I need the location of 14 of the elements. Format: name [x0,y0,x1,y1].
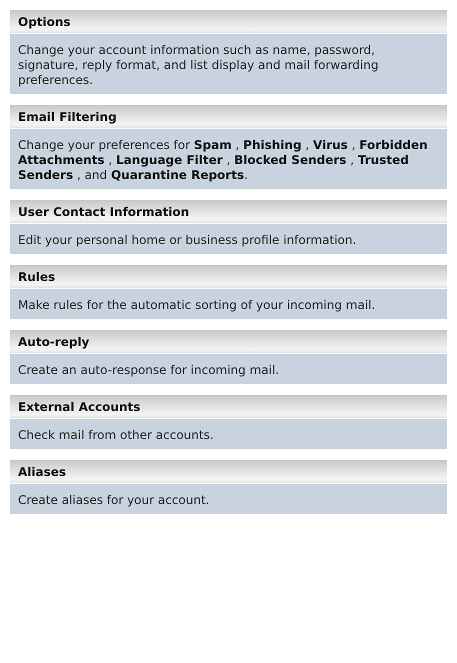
section-header[interactable]: Auto-reply [10,330,447,354]
section-header[interactable]: Options [10,10,447,34]
section-header[interactable]: User Contact Information [10,200,447,224]
section-description: Create an auto-response for incoming mail. [10,354,447,384]
section-header[interactable]: Aliases [10,460,447,484]
section-header[interactable]: Rules [10,265,447,289]
section-description: Change your preferences for Spam , Phishing , Virus , Forbidden Attachments , Language Filter , Blocked Senders , Trusted Senders , and Quarantine Reports. [10,129,447,189]
section-description: Check mail from other accounts. [10,419,447,449]
section-description: Edit your personal home or business profile information. [10,224,447,254]
section-description: Create aliases for your account. [10,484,447,514]
section-description: Change your account information such as name, password, signature, reply format, and list display and mail forwarding preferences. [10,34,447,94]
section-header[interactable]: Email Filtering [10,105,447,129]
section-description: Make rules for the automatic sorting of your incoming mail. [10,289,447,319]
section-header[interactable]: External Accounts [10,395,447,419]
